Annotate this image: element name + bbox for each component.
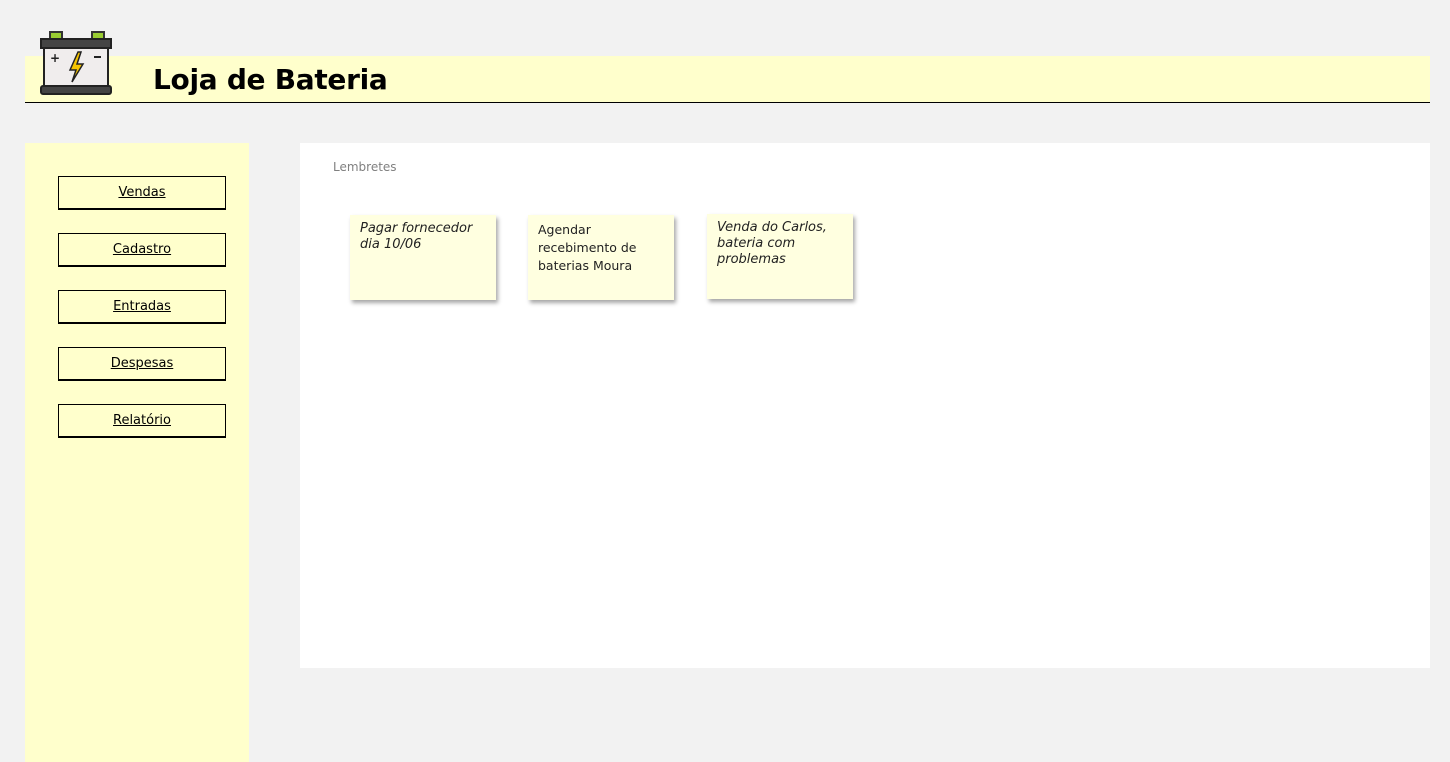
panel-title: Lembretes — [333, 160, 397, 174]
nav-button-relatorio[interactable]: Relatório — [58, 404, 226, 438]
sticky-note[interactable]: Venda do Carlos, bateria com problemas — [707, 214, 853, 299]
nav-button-entradas[interactable]: Entradas — [58, 290, 226, 324]
battery-icon: + — [38, 28, 114, 98]
sticky-note[interactable]: Agendar recebimento de baterias Moura — [528, 215, 674, 300]
app-title: Loja de Bateria — [153, 63, 388, 96]
nav-button-despesas[interactable]: Despesas — [58, 347, 226, 381]
sticky-note[interactable]: Pagar fornecedor dia 10/06 — [350, 215, 496, 300]
nav-button-vendas[interactable]: Vendas — [58, 176, 226, 210]
reminders-panel: Lembretes Pagar fornecedor dia 10/06 Age… — [300, 143, 1430, 668]
sidebar: Vendas Cadastro Entradas Despesas Relató… — [25, 143, 249, 762]
nav-button-cadastro[interactable]: Cadastro — [58, 233, 226, 267]
svg-text:+: + — [50, 51, 60, 65]
